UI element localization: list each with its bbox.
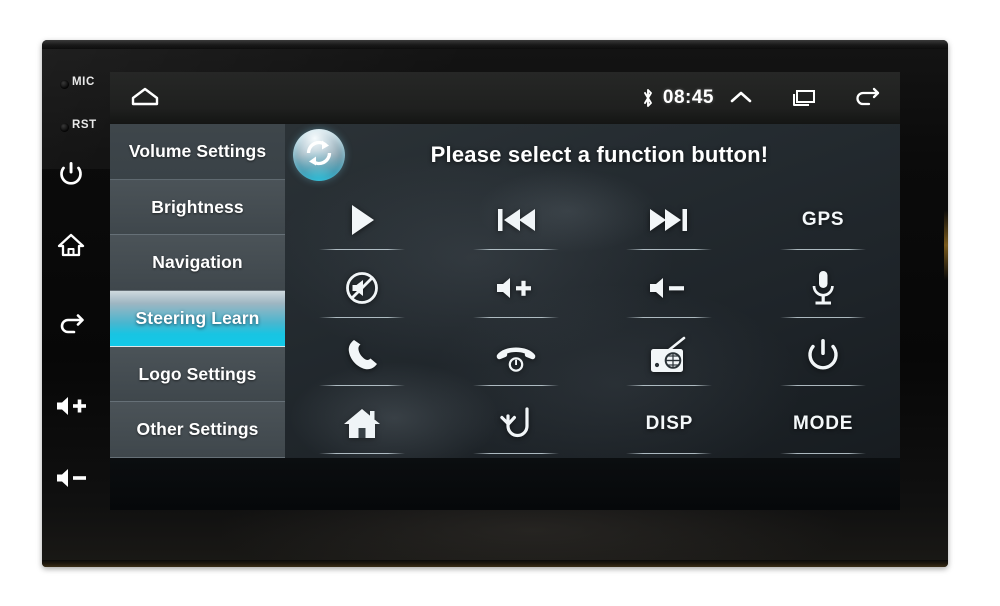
previous-track-icon (494, 203, 538, 237)
function-button-voice[interactable] (746, 254, 900, 322)
mute-icon (343, 269, 381, 307)
house-icon (342, 405, 382, 443)
sidebar-item-label: Navigation (152, 252, 243, 273)
function-button-label: GPS (801, 209, 845, 230)
sidebar-item-label: Brightness (151, 196, 244, 217)
function-button-volume-up[interactable] (439, 254, 593, 322)
reset-hole[interactable] (60, 123, 69, 132)
function-button-previous-track[interactable] (439, 186, 593, 254)
android-status-bar: 08:45 (110, 72, 900, 124)
function-button-label: DISP (645, 413, 694, 434)
sidebar-item-steering-learn[interactable]: Steering Learn (110, 291, 285, 347)
return-arrow-icon (497, 404, 535, 444)
bezel-home-button[interactable] (56, 230, 86, 260)
volume-down-icon (55, 465, 91, 491)
screenshot-root: 08:45 Volume Settings Brightness Navigat… (0, 0, 1000, 606)
settings-content: Volume Settings Brightness Navigation St… (110, 124, 900, 459)
sidebar-item-logo-settings[interactable]: Logo Settings (110, 346, 285, 403)
power-icon (804, 336, 842, 376)
function-button-home[interactable] (285, 390, 439, 458)
rst-label: RST (72, 119, 97, 131)
function-button-volume-down[interactable] (593, 254, 747, 322)
mic-hole (60, 80, 69, 89)
power-icon (58, 160, 84, 188)
sidebar-item-label: Steering Learn (135, 307, 260, 328)
statusbar-right-group: 08:45 (641, 87, 900, 109)
mic-label: MIC (72, 76, 95, 88)
sidebar-item-label: Logo Settings (138, 363, 257, 384)
sidebar-item-volume-settings[interactable]: Volume Settings (110, 124, 285, 180)
function-button-mode[interactable]: MODE (746, 390, 900, 458)
function-button-end-call[interactable] (439, 322, 593, 390)
back-arrow-icon (57, 314, 87, 340)
function-button-play[interactable] (285, 186, 439, 254)
left-bezel-controls: MIC RST (44, 40, 112, 567)
function-button-mute[interactable] (285, 254, 439, 322)
statusbar-back-icon[interactable] (852, 87, 882, 109)
function-button-gps[interactable]: GPS (746, 186, 900, 254)
sidebar-item-brightness[interactable]: Brightness (110, 179, 285, 236)
sidebar-item-other-settings[interactable]: Other Settings (110, 402, 285, 459)
statusbar-home-button[interactable] (130, 85, 160, 112)
settings-sidebar: Volume Settings Brightness Navigation St… (110, 124, 285, 459)
sidebar-item-navigation[interactable]: Navigation (110, 235, 285, 292)
bezel-back-button[interactable] (56, 312, 88, 342)
function-button-radio[interactable] (593, 322, 747, 390)
function-button-next-track[interactable] (593, 186, 747, 254)
bezel-volume-up-button[interactable] (54, 392, 92, 420)
sidebar-item-label: Other Settings (136, 419, 259, 440)
lcd-screen: 08:45 Volume Settings Brightness Navigat… (110, 72, 900, 510)
panel-header: Please select a function button! (285, 124, 900, 186)
phone-hangup-icon (493, 339, 539, 373)
statusbar-clock: 08:45 (662, 87, 714, 108)
recent-apps-icon[interactable] (788, 87, 818, 109)
radio-icon (648, 335, 690, 377)
function-button-label: MODE (793, 413, 854, 434)
phone-answer-icon (344, 337, 380, 375)
next-track-icon (647, 203, 691, 237)
refresh-reset-button[interactable] (293, 129, 345, 181)
bezel-power-button[interactable] (56, 158, 86, 190)
play-icon (344, 201, 380, 239)
volume-up-icon (55, 393, 91, 419)
steering-learn-panel: Please select a function button! GPS DIS… (285, 124, 900, 458)
volume-up-icon (494, 271, 538, 305)
function-button-disp[interactable]: DISP (593, 390, 747, 458)
car-head-unit-device: 08:45 Volume Settings Brightness Navigat… (42, 40, 948, 567)
refresh-circle-icon (302, 136, 336, 175)
function-button-power[interactable] (746, 322, 900, 390)
panel-title: Please select a function button! (430, 142, 769, 167)
sidebar-item-label: Volume Settings (128, 140, 267, 161)
bezel-volume-down-button[interactable] (54, 464, 92, 492)
house-icon (57, 232, 85, 258)
chevron-up-icon[interactable] (728, 87, 754, 109)
home-outline-icon (130, 85, 160, 112)
bezel-right-highlight (944, 210, 948, 280)
bluetooth-icon (641, 87, 655, 109)
function-button-grid: GPS DISP MODE (285, 186, 900, 458)
screen-lower-black-area (110, 458, 900, 510)
volume-down-icon (647, 271, 691, 305)
function-button-back[interactable] (439, 390, 593, 458)
function-button-answer-call[interactable] (285, 322, 439, 390)
microphone-icon (808, 268, 838, 308)
